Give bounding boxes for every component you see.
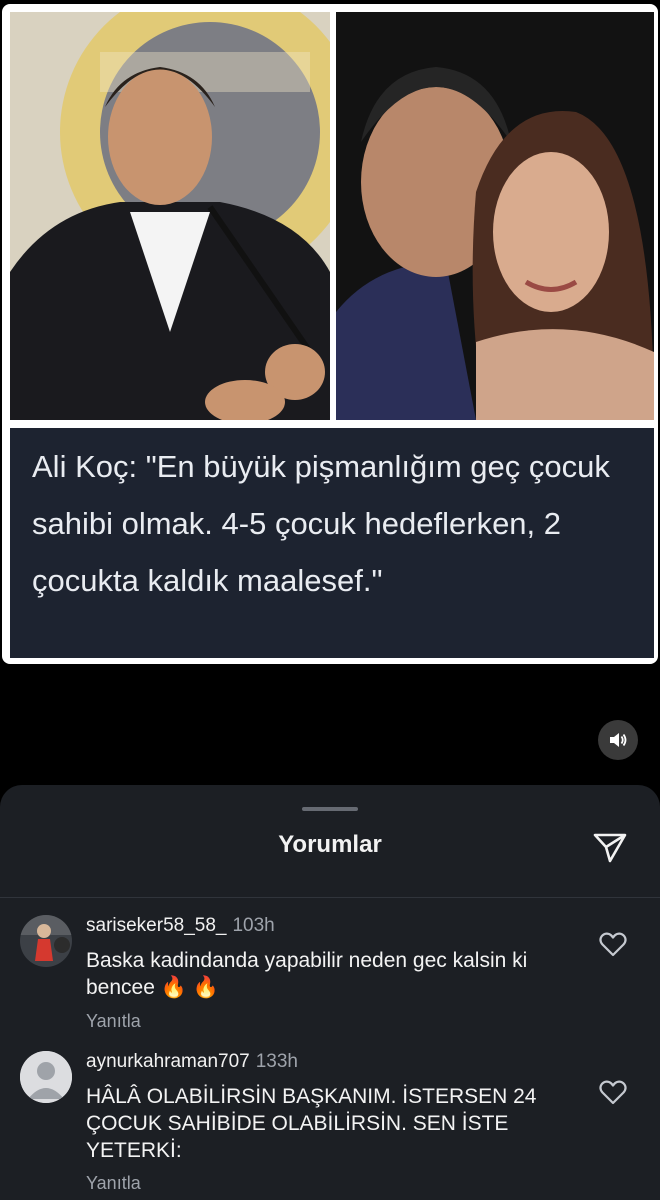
sheet-divider	[0, 897, 660, 898]
post-caption: Ali Koç: "En büyük pişmanlığım geç çocuk…	[10, 428, 654, 658]
comment-meta: sariseker58_58_ 103h	[86, 915, 275, 937]
comments-sheet: Yorumlar sariseker58_58_ 103h Baska kadin…	[0, 785, 660, 1200]
comment-username[interactable]: sariseker58_58_	[86, 915, 226, 936]
post-caption-text: Ali Koç: "En büyük pişmanlığım geç çocuk…	[32, 449, 610, 598]
comment-username[interactable]: aynurkahraman707	[86, 1051, 250, 1072]
comment-text: Baska kadindanda yapabilir neden gec kal…	[86, 949, 528, 999]
photo-man-at-microphone	[10, 12, 330, 420]
reply-button[interactable]: Yanıtla	[86, 1011, 141, 1032]
post-media[interactable]: Ali Koç: "En büyük pişmanlığım geç çocuk…	[0, 0, 660, 790]
heart-icon[interactable]	[598, 1077, 630, 1109]
avatar[interactable]	[20, 1051, 72, 1103]
speaker-icon[interactable]	[598, 720, 638, 760]
sheet-drag-handle[interactable]	[302, 807, 358, 811]
comment-time: 133h	[255, 1051, 298, 1072]
photo-couple-portrait	[336, 12, 654, 420]
heart-icon[interactable]	[598, 929, 630, 961]
comment-text: HÂLÂ OLABİLİRSİN BAŞKANIM. İSTERSEN 24 Ç…	[86, 1085, 537, 1162]
comment-meta: aynurkahraman707 133h	[86, 1051, 298, 1073]
avatar[interactable]	[20, 915, 72, 967]
comments-title: Yorumlar	[278, 831, 382, 858]
comment-time: 103h	[232, 915, 275, 936]
post-image-card: Ali Koç: "En büyük pişmanlığım geç çocuk…	[2, 4, 658, 664]
paper-plane-icon[interactable]	[590, 827, 630, 867]
reply-button[interactable]: Yanıtla	[86, 1173, 141, 1194]
